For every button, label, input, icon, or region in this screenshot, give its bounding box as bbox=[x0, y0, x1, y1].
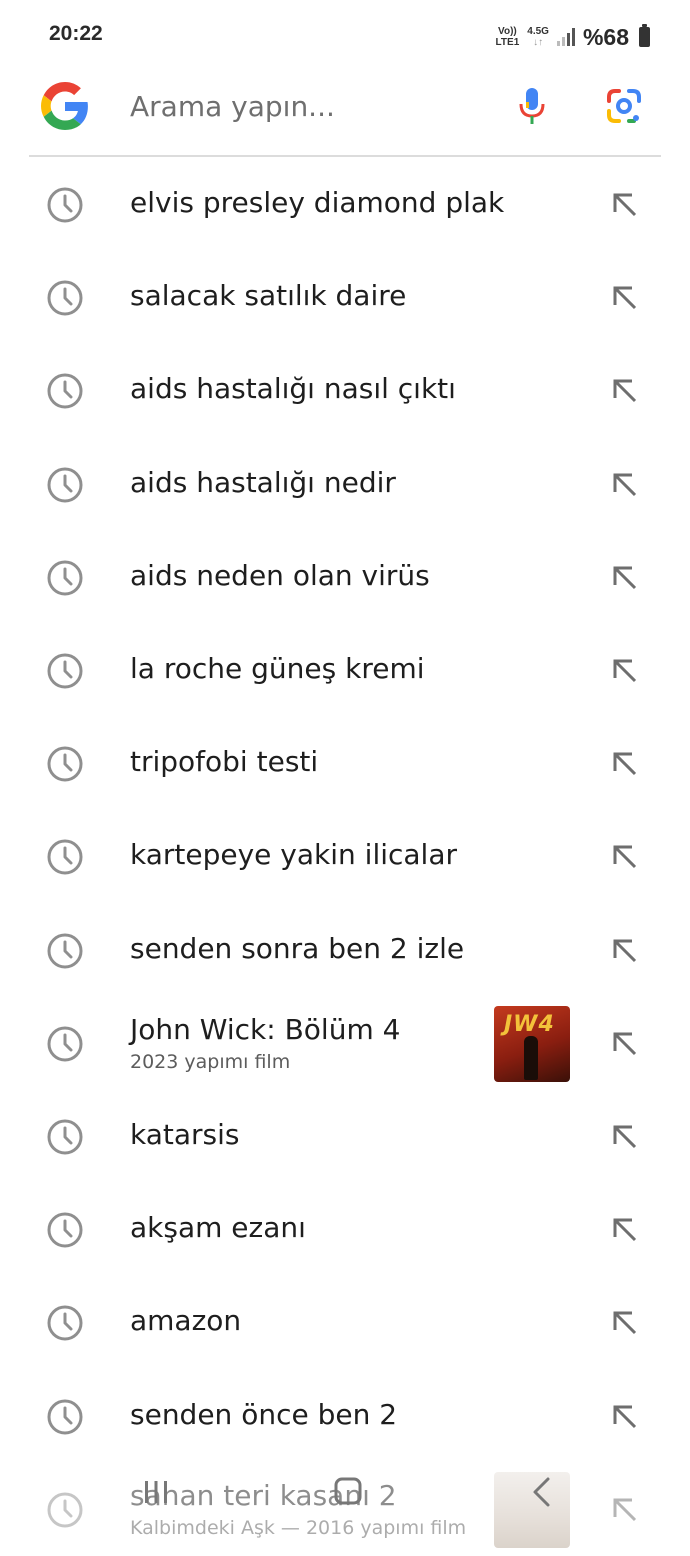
lte-text: LTE1 bbox=[495, 37, 520, 48]
system-nav-bar bbox=[0, 1460, 690, 1533]
thumbnail-title: JW4 bbox=[504, 1012, 555, 1037]
suggestion-row[interactable]: tripofobi testi bbox=[0, 717, 690, 810]
data-arrows-icon: ↓↑ bbox=[533, 37, 544, 48]
arrow-up-left-icon[interactable] bbox=[610, 936, 640, 966]
suggestion-text: aids neden olan virüs bbox=[130, 559, 430, 592]
clock-icon bbox=[47, 280, 83, 316]
suggestion-text: aids hastalığı nedir bbox=[130, 466, 396, 499]
status-time: 20:22 bbox=[49, 22, 103, 45]
recent-apps-icon[interactable] bbox=[142, 1478, 170, 1506]
status-bar: 20:22 Vo)) LTE1 4.5G ↓↑ %68 bbox=[0, 0, 690, 70]
clock-icon bbox=[47, 933, 83, 969]
suggestion-text: la roche güneş kremi bbox=[130, 652, 425, 685]
clock-icon bbox=[47, 653, 83, 689]
suggestion-row[interactable]: salacak satılık daire bbox=[0, 251, 690, 344]
clock-icon bbox=[47, 467, 83, 503]
clock-icon bbox=[47, 1399, 83, 1435]
suggestion-text: akşam ezanı bbox=[130, 1211, 306, 1244]
suggestion-text: tripofobi testi bbox=[130, 745, 319, 778]
suggestion-thumbnail: JW4 bbox=[494, 1006, 570, 1082]
clock-icon bbox=[47, 1026, 83, 1062]
battery-icon bbox=[639, 24, 650, 47]
clock-icon bbox=[47, 187, 83, 223]
suggestion-row[interactable]: senden önce ben 2 bbox=[0, 1370, 690, 1463]
arrow-up-left-icon[interactable] bbox=[610, 656, 640, 686]
suggestion-row[interactable]: aids hastalığı nedir bbox=[0, 438, 690, 531]
battery-percent: %68 bbox=[582, 23, 629, 50]
suggestion-text: kartepeye yakin ilicalar bbox=[130, 838, 458, 871]
search-divider bbox=[29, 155, 661, 157]
clock-icon bbox=[47, 746, 83, 782]
home-icon[interactable] bbox=[333, 1476, 363, 1506]
suggestion-text: aids hastalığı nasıl çıktı bbox=[130, 372, 456, 405]
arrow-up-left-icon[interactable] bbox=[610, 1402, 640, 1432]
status-icons: Vo)) LTE1 4.5G ↓↑ %68 bbox=[496, 22, 650, 52]
network-type-text: 4.5G bbox=[527, 26, 549, 37]
clock-icon bbox=[47, 1305, 83, 1341]
arrow-up-left-icon[interactable] bbox=[610, 842, 640, 872]
arrow-up-left-icon[interactable] bbox=[610, 1215, 640, 1245]
arrow-up-left-icon[interactable] bbox=[610, 1029, 640, 1059]
search-bar bbox=[0, 70, 690, 156]
suggestion-text: senden önce ben 2 bbox=[130, 1398, 398, 1431]
arrow-up-left-icon[interactable] bbox=[610, 376, 640, 406]
suggestion-row[interactable]: John Wick: Bölüm 4 2023 yapımı film JW4 bbox=[0, 997, 690, 1090]
search-input[interactable] bbox=[130, 86, 490, 126]
suggestion-row[interactable]: akşam ezanı bbox=[0, 1183, 690, 1276]
arrow-up-left-icon[interactable] bbox=[610, 190, 640, 220]
poster-figure bbox=[524, 1036, 538, 1080]
suggestion-text: senden sonra ben 2 izle bbox=[130, 932, 465, 965]
clock-icon bbox=[47, 1119, 83, 1155]
volte-label: Vo)) LTE1 bbox=[496, 26, 520, 48]
google-lens-icon[interactable] bbox=[606, 88, 642, 124]
clock-icon bbox=[47, 839, 83, 875]
arrow-up-left-icon[interactable] bbox=[610, 563, 640, 593]
signal-icon bbox=[556, 28, 575, 46]
suggestion-subtitle: 2023 yapımı film bbox=[130, 1051, 291, 1073]
mic-icon[interactable] bbox=[517, 86, 547, 126]
suggestion-row[interactable]: senden sonra ben 2 izle bbox=[0, 904, 690, 997]
clock-icon bbox=[47, 373, 83, 409]
arrow-up-left-icon[interactable] bbox=[610, 283, 640, 313]
google-g-icon bbox=[41, 82, 88, 130]
clock-icon bbox=[47, 560, 83, 596]
suggestion-text: salacak satılık daire bbox=[130, 279, 407, 312]
arrow-up-left-icon[interactable] bbox=[610, 749, 640, 779]
clock-icon bbox=[47, 1212, 83, 1248]
volte-text: Vo)) bbox=[498, 26, 517, 37]
suggestion-row[interactable]: amazon bbox=[0, 1276, 690, 1369]
suggestion-row[interactable]: la roche güneş kremi bbox=[0, 624, 690, 717]
arrow-up-left-icon[interactable] bbox=[610, 1122, 640, 1152]
suggestion-text: elvis presley diamond plak bbox=[130, 186, 505, 219]
suggestion-text: katarsis bbox=[130, 1118, 240, 1151]
suggestion-row[interactable]: katarsis bbox=[0, 1090, 690, 1183]
back-icon[interactable] bbox=[530, 1476, 554, 1508]
network-type: 4.5G ↓↑ bbox=[527, 26, 549, 48]
suggestion-row[interactable]: aids neden olan virüs bbox=[0, 531, 690, 624]
suggestion-text: amazon bbox=[130, 1304, 242, 1337]
suggestion-text: John Wick: Bölüm 4 bbox=[130, 1013, 401, 1046]
suggestion-row[interactable]: elvis presley diamond plak bbox=[0, 158, 690, 251]
suggestion-row[interactable]: aids hastalığı nasıl çıktı bbox=[0, 344, 690, 437]
arrow-up-left-icon[interactable] bbox=[610, 470, 640, 500]
arrow-up-left-icon[interactable] bbox=[610, 1308, 640, 1338]
suggestion-row[interactable]: kartepeye yakin ilicalar bbox=[0, 810, 690, 903]
